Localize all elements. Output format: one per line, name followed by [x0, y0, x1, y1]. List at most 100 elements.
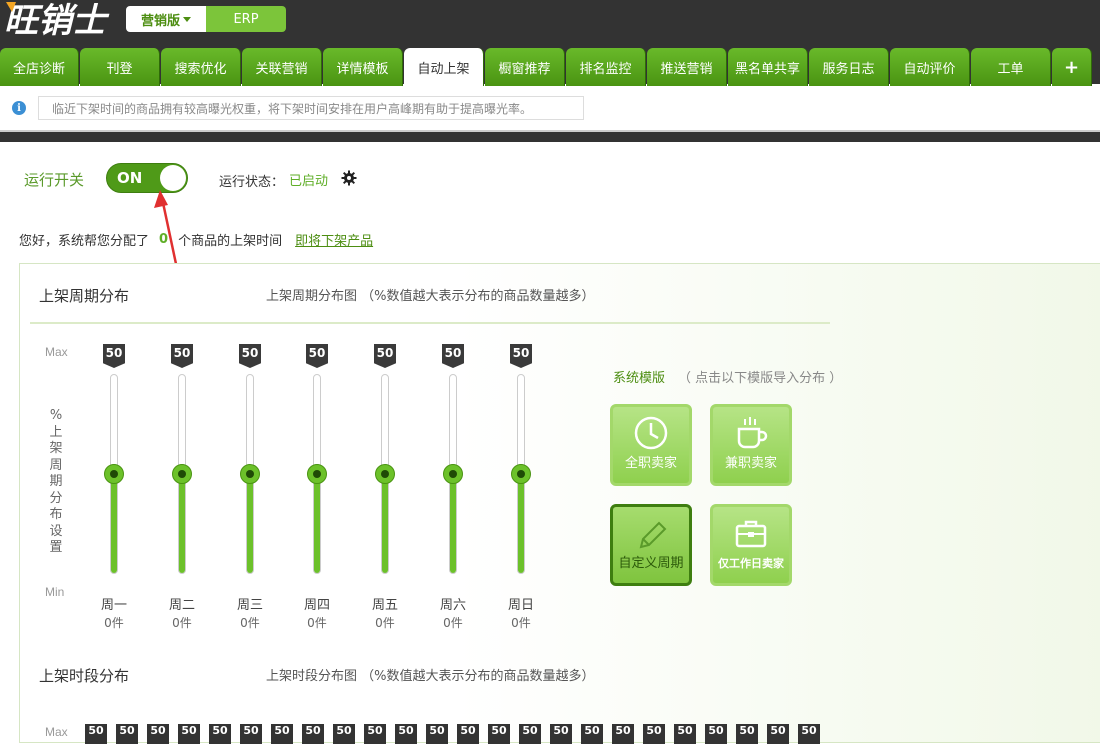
toggle-knob [160, 165, 186, 191]
weekday-slider[interactable]: 50 周六 0件 [433, 344, 473, 630]
hour-value-tag: 50 [395, 724, 417, 744]
slider-handle[interactable] [511, 464, 531, 484]
tab-search-optimize[interactable]: 搜索优化 [161, 48, 241, 86]
run-toggle[interactable]: ON [106, 163, 188, 193]
slider-fill [518, 473, 524, 573]
weekday-slider[interactable]: 50 周一 0件 [94, 344, 134, 630]
svg-text:旺销士: 旺销士 [4, 1, 110, 41]
greeting-line: 您好，系统帮您分配了 0 个商品的上架时间 即将下架产品 [19, 230, 373, 249]
slider-handle[interactable] [172, 464, 192, 484]
weekday-slider[interactable]: 50 周二 0件 [162, 344, 202, 630]
hour-value-tag: 50 [116, 724, 138, 744]
template-fulltime-seller[interactable]: 全职卖家 [610, 404, 692, 486]
weekday-count: 0件 [511, 616, 531, 630]
hour-value-tag: 50 [705, 724, 727, 744]
template-weekday-seller[interactable]: 仅工作日卖家 [710, 504, 792, 586]
slider-value-tag: 50 [510, 344, 532, 368]
weekday-label: 周五 [371, 598, 398, 613]
tab-auto-listing[interactable]: 自动上架 [404, 48, 484, 86]
tab-service-log[interactable]: 服务日志 [809, 48, 889, 86]
hour-value-tag: 50 [798, 724, 820, 744]
tab-detail-template[interactable]: 详情模板 [323, 48, 403, 86]
slider-fill [179, 473, 185, 573]
weekday-slider[interactable]: 50 周五 0件 [365, 344, 405, 630]
weekday-label: 周一 [100, 598, 127, 613]
tab-rank-monitor[interactable]: 排名监控 [566, 48, 646, 86]
weekday-count: 0件 [104, 616, 124, 630]
logo: 旺销士 [4, 1, 110, 41]
weekday-count: 0件 [172, 616, 192, 630]
axis-max-label: Max [45, 345, 68, 359]
briefcase-icon [735, 520, 767, 548]
hour-value-tag: 50 [767, 724, 789, 744]
template-label: 仅工作日卖家 [718, 557, 784, 570]
info-icon: i [12, 101, 26, 115]
edition-switcher[interactable]: 营销版 ERP [126, 6, 286, 32]
slider-handle[interactable] [307, 464, 327, 484]
hour-value-tag: 50 [519, 724, 541, 744]
weekday-label: 周三 [236, 598, 263, 613]
weekday-slider[interactable]: 50 周三 0件 [230, 344, 270, 630]
hour-value-tag: 50 [178, 724, 200, 744]
hour-value-tag: 50 [209, 724, 231, 744]
tab-related-marketing[interactable]: 关联营销 [242, 48, 322, 86]
greeting-suffix: 个商品的上架时间 [178, 234, 283, 249]
slider-fill [247, 473, 253, 573]
hour-value-tag: 50 [736, 724, 758, 744]
section-divider [30, 322, 830, 324]
slider-handle[interactable] [443, 464, 463, 484]
tab-ticket[interactable]: 工单 [971, 48, 1051, 86]
gear-icon[interactable] [341, 170, 357, 186]
slider-fill [111, 473, 117, 573]
template-parttime-seller[interactable]: 兼职卖家 [710, 404, 792, 486]
top-bar: 旺销士 营销版 ERP [0, 0, 1100, 46]
add-tab-button[interactable]: + [1052, 48, 1092, 86]
template-custom-cycle[interactable]: 自定义周期 [610, 504, 692, 586]
slider-handle[interactable] [104, 464, 124, 484]
tab-push-marketing[interactable]: 推送营销 [647, 48, 727, 86]
chevron-down-icon [183, 16, 191, 22]
hour-value-tag: 50 [364, 724, 386, 744]
tab-auto-review[interactable]: 自动评价 [890, 48, 970, 86]
divider [0, 132, 1100, 142]
template-label: 全职卖家 [624, 456, 677, 471]
run-status-value: 已启动 [289, 174, 329, 189]
slider-value-tag: 50 [442, 344, 464, 368]
hour-value-tag: 50 [612, 724, 634, 744]
weekday-label: 周二 [168, 598, 195, 613]
weekday-slider[interactable]: 50 周日 0件 [501, 344, 541, 630]
tab-listing[interactable]: 刊登 [80, 48, 160, 86]
weekly-section-title: 上架周期分布 [39, 287, 130, 305]
template-label: 自定义周期 [618, 556, 684, 571]
run-status-label: 运行状态： [219, 175, 285, 190]
erp-button[interactable]: ERP [206, 6, 286, 32]
tab-window-recommend[interactable]: 橱窗推荐 [485, 48, 565, 86]
weekday-count: 0件 [375, 616, 395, 630]
slider-handle[interactable] [240, 464, 260, 484]
slider-fill [314, 473, 320, 573]
slider-fill [382, 473, 388, 573]
marketing-edition-button[interactable]: 营销版 [126, 6, 206, 32]
hour-value-tag: 50 [488, 724, 510, 744]
weekday-count: 0件 [240, 616, 260, 630]
weekday-slider[interactable]: 50 周四 0件 [297, 344, 337, 630]
hour-value-tag: 50 [333, 724, 355, 744]
tab-shop-diagnosis[interactable]: 全店诊断 [0, 48, 79, 86]
weekly-section-subtitle: 上架周期分布图 （%数值越大表示分布的商品数量越多） [266, 289, 595, 304]
upcoming-delist-link[interactable]: 即将下架产品 [295, 230, 373, 249]
hour-value-tag: 50 [426, 724, 448, 744]
greeting-prefix: 您好，系统帮您分配了 [19, 234, 150, 249]
hour-value-tag: 50 [457, 724, 479, 744]
hour-value-tag: 50 [674, 724, 696, 744]
run-switch-label: 运行开关 [24, 171, 85, 189]
slider-value-tag: 50 [103, 344, 125, 368]
tab-blacklist-share[interactable]: 黑名单共享 [728, 48, 808, 86]
axis-min-label: Min [45, 585, 65, 599]
templates-hint: （ 点击以下模版导入分布 ） [678, 371, 843, 386]
hourly-section-title: 上架时段分布 [39, 667, 130, 685]
slider-handle[interactable] [375, 464, 395, 484]
slider-fill [450, 473, 456, 573]
weekday-label: 周六 [439, 598, 466, 613]
slider-value-tag: 50 [374, 344, 396, 368]
slider-value-tag: 50 [239, 344, 261, 368]
